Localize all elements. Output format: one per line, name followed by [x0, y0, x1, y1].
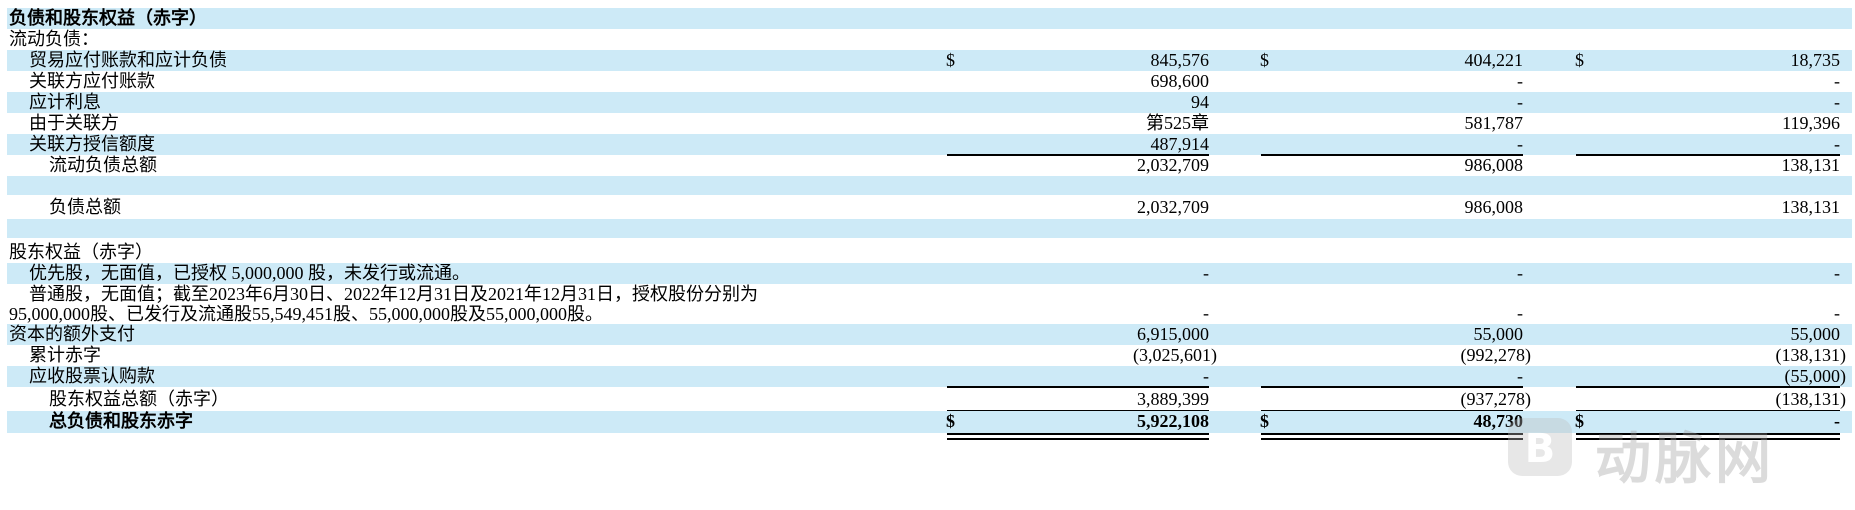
value-col-2: -	[1517, 134, 1523, 154]
value-col-3: -	[1834, 134, 1840, 154]
value-col-2: (992,278)	[1460, 345, 1532, 365]
value-col-2: -	[1517, 303, 1523, 323]
value-col-1: 2,032,709	[1137, 197, 1209, 217]
table-row: 股东权益（赤字）	[7, 242, 1852, 263]
row-label: 应计利息	[29, 92, 101, 112]
section-heading: 负债和股东权益（赤字）	[9, 8, 207, 28]
value-col-3: (55,000)	[1784, 366, 1847, 386]
section-heading: 股东权益（赤字）	[9, 242, 153, 262]
row-label-line-2: 95,000,000股、已发行及流通股55,549,451股、55,000,00…	[9, 304, 603, 324]
value-col-2: 986,008	[1464, 197, 1524, 217]
row-label: 资本的额外支付	[9, 324, 135, 344]
value-col-1: 6,915,000	[1137, 324, 1209, 344]
table-row: 资本的额外支付 6,915,000 55,000 55,000	[7, 324, 1852, 345]
table-row: 由于关联方 第525章 581,787 119,396	[7, 113, 1852, 134]
value-col-1: 第525章	[1146, 113, 1209, 133]
row-label: 由于关联方	[29, 113, 119, 133]
table-row: 流动负债：	[7, 29, 1852, 50]
value-col-1: 5,922,108	[1137, 411, 1209, 431]
value-col-3: 18,735	[1790, 50, 1841, 70]
value-col-1: 487,914	[1150, 134, 1210, 154]
value-col-1: 698,600	[1150, 71, 1210, 91]
table-row: 贸易应付账款和应计负债 $ 845,576 $ 404,221 $ 18,735	[7, 50, 1852, 71]
total-double-rule	[1261, 433, 1523, 440]
value-col-1: 2,032,709	[1137, 155, 1209, 175]
spacer-row	[7, 219, 1852, 238]
value-col-1: -	[1203, 366, 1209, 386]
value-col-3: -	[1834, 411, 1840, 431]
value-col-1: 3,889,399	[1137, 389, 1209, 409]
row-label: 流动负债：	[9, 29, 99, 49]
row-label: 优先股，无面值，已授权 5,000,000 股，未发行或流通。	[29, 263, 470, 283]
table-row: 应收股票认购款 - - (55,000)	[7, 366, 1852, 388]
total-double-rule	[1576, 433, 1840, 440]
row-label: 流动负债总额	[49, 155, 157, 175]
table-row: 负债和股东权益（赤字）	[7, 8, 1852, 29]
spacer-row	[7, 176, 1852, 195]
value-col-2: -	[1517, 366, 1523, 386]
row-label: 普通股，无面值；截至2023年6月30日、2022年12月31日及2021年12…	[7, 284, 907, 324]
row-label: 关联方应付账款	[29, 71, 155, 91]
table-row: 股东权益总额（赤字） 3,889,399 (937,278) (138,131)	[7, 387, 1852, 412]
row-label: 贸易应付账款和应计负债	[29, 50, 227, 70]
value-col-3: (138,131)	[1775, 389, 1847, 409]
row-label: 累计赤字	[29, 345, 101, 365]
total-label: 总负债和股东赤字	[49, 411, 193, 431]
value-col-2: (937,278)	[1460, 389, 1532, 409]
value-col-3: -	[1834, 303, 1840, 323]
table-row: 普通股，无面值；截至2023年6月30日、2022年12月31日及2021年12…	[7, 284, 1852, 324]
table-row: 优先股，无面值，已授权 5,000,000 股，未发行或流通。 - - -	[7, 263, 1852, 284]
table-row: 负债总额 2,032,709 986,008 138,131	[7, 195, 1852, 219]
value-col-2: 48,730	[1473, 411, 1524, 431]
balance-sheet-table: 负债和股东权益（赤字） 流动负债： 贸易应付账款和应计负债 $ 845,576 …	[7, 8, 1852, 440]
table-row: 累计赤字 (3,025,601) (992,278) (138,131)	[7, 345, 1852, 366]
value-col-1: -	[1203, 263, 1209, 283]
row-label: 应收股票认购款	[29, 366, 155, 386]
value-col-3: 138,131	[1781, 155, 1841, 175]
value-col-3: 138,131	[1781, 197, 1841, 217]
value-col-2: 986,008	[1464, 155, 1524, 175]
value-col-1: 845,576	[1150, 50, 1210, 70]
row-label: 关联方授信额度	[29, 134, 155, 154]
value-col-3: -	[1834, 263, 1840, 283]
value-col-3: 119,396	[1782, 113, 1840, 133]
value-col-3: -	[1834, 71, 1840, 91]
value-col-3: -	[1834, 92, 1840, 112]
value-col-1: (3,025,601)	[1133, 345, 1217, 365]
table-row: 流动负债总额 2,032,709 986,008 138,131	[7, 155, 1852, 176]
value-col-3: 55,000	[1790, 324, 1841, 344]
value-col-2: -	[1517, 92, 1523, 112]
value-col-1: -	[1203, 303, 1209, 323]
row-label: 股东权益总额（赤字）	[49, 389, 229, 409]
table-row: 总负债和股东赤字 $ 5,922,108 $ 48,730 $ -	[7, 411, 1852, 440]
row-label: 负债总额	[49, 197, 121, 217]
table-row: 应计利息 94 - -	[7, 92, 1852, 113]
table-row: 关联方应付账款 698,600 - -	[7, 71, 1852, 92]
row-label-line-1: 普通股，无面值；截至2023年6月30日、2022年12月31日及2021年12…	[29, 284, 758, 304]
value-col-2: -	[1517, 71, 1523, 91]
value-col-2: 404,221	[1464, 50, 1524, 70]
value-col-2: -	[1517, 263, 1523, 283]
table-row: 关联方授信额度 487,914 - -	[7, 134, 1852, 156]
total-double-rule	[947, 433, 1209, 440]
value-col-3: (138,131)	[1775, 345, 1847, 365]
value-col-2: 581,787	[1464, 113, 1524, 133]
value-col-1: 94	[1191, 92, 1209, 112]
value-col-2: 55,000	[1473, 324, 1524, 344]
